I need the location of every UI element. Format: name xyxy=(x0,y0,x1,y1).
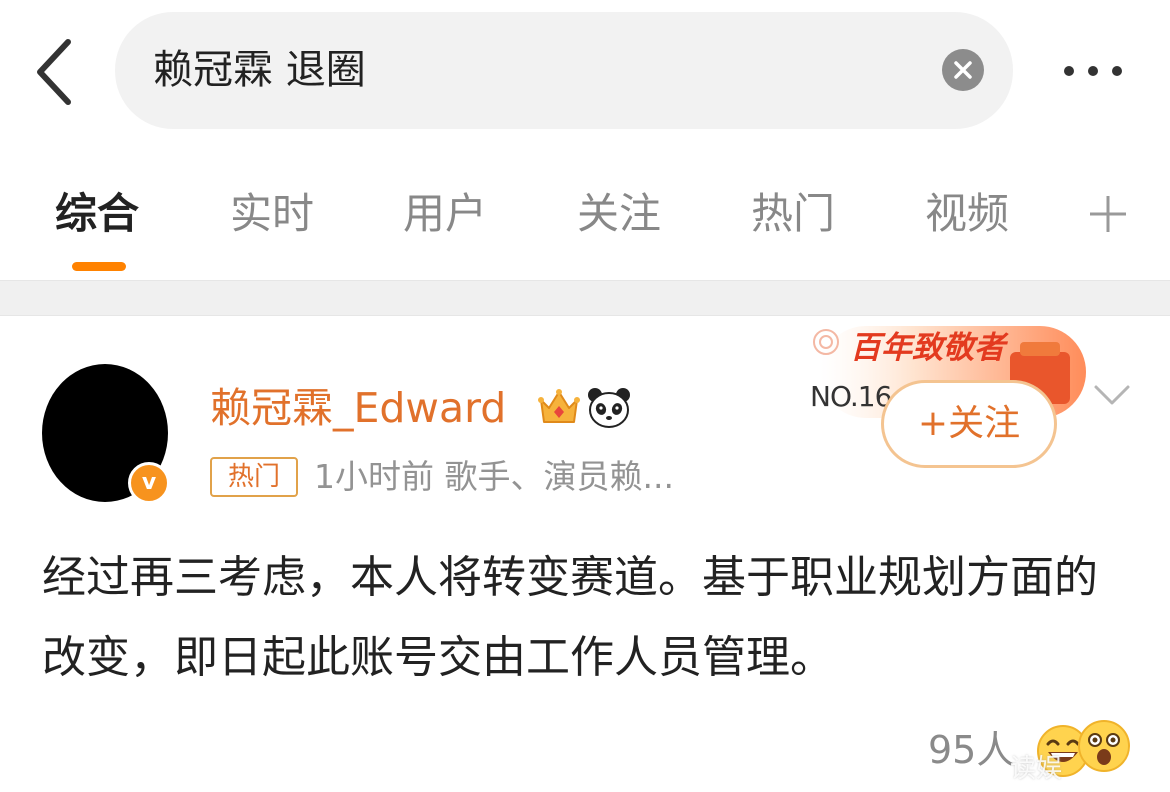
post-text: 经过再三考虑，本人将转变赛道。基于职业规划方面的改变，即日起此账号交由工作人员管… xyxy=(42,552,1098,683)
reactions-count[interactable]: 95人 xyxy=(928,727,1014,773)
follow-button[interactable]: +关注 xyxy=(881,380,1057,468)
follow-label: +关注 xyxy=(917,403,1021,444)
chevron-left-icon xyxy=(37,39,71,105)
verified-badge: v xyxy=(128,462,170,504)
section-divider xyxy=(0,280,1170,316)
search-bar[interactable]: 赖冠霖 退圈 xyxy=(115,12,1013,129)
more-dots-icon xyxy=(1112,66,1122,76)
back-button[interactable] xyxy=(30,36,80,108)
post-meta: 1小时前 歌手、演员赖... xyxy=(314,457,674,496)
crown-icon xyxy=(538,389,580,423)
active-tab-indicator xyxy=(72,262,126,271)
tab-video[interactable]: 视频 xyxy=(925,186,1009,242)
more-dots-icon xyxy=(1088,66,1098,76)
watermark: 读娱 xyxy=(1010,754,1063,784)
plus-icon xyxy=(1090,196,1126,232)
post-menu-button[interactable] xyxy=(1092,381,1132,411)
more-dots-icon xyxy=(1064,66,1074,76)
surprised-icon xyxy=(1078,720,1130,772)
search-query[interactable]: 赖冠霖 退圈 xyxy=(153,44,366,96)
add-tab-button[interactable] xyxy=(1088,194,1128,234)
author-name[interactable]: 赖冠霖_Edward xyxy=(210,380,506,436)
chevron-down-icon xyxy=(1094,385,1130,405)
panda-icon xyxy=(588,388,630,428)
centennial-number: NO.16 xyxy=(810,380,892,413)
close-icon xyxy=(954,61,972,79)
tab-realtime[interactable]: 实时 xyxy=(230,186,314,242)
clear-search-button[interactable] xyxy=(942,49,984,91)
more-options-button[interactable] xyxy=(1058,55,1128,89)
hot-tag: 热门 xyxy=(210,457,298,497)
tab-following[interactable]: 关注 xyxy=(577,186,661,242)
tab-hot[interactable]: 热门 xyxy=(751,186,835,242)
centennial-title: 百年致敬者 xyxy=(850,330,1005,366)
tab-comprehensive[interactable]: 综合 xyxy=(55,186,139,242)
tab-users[interactable]: 用户 xyxy=(403,186,487,242)
